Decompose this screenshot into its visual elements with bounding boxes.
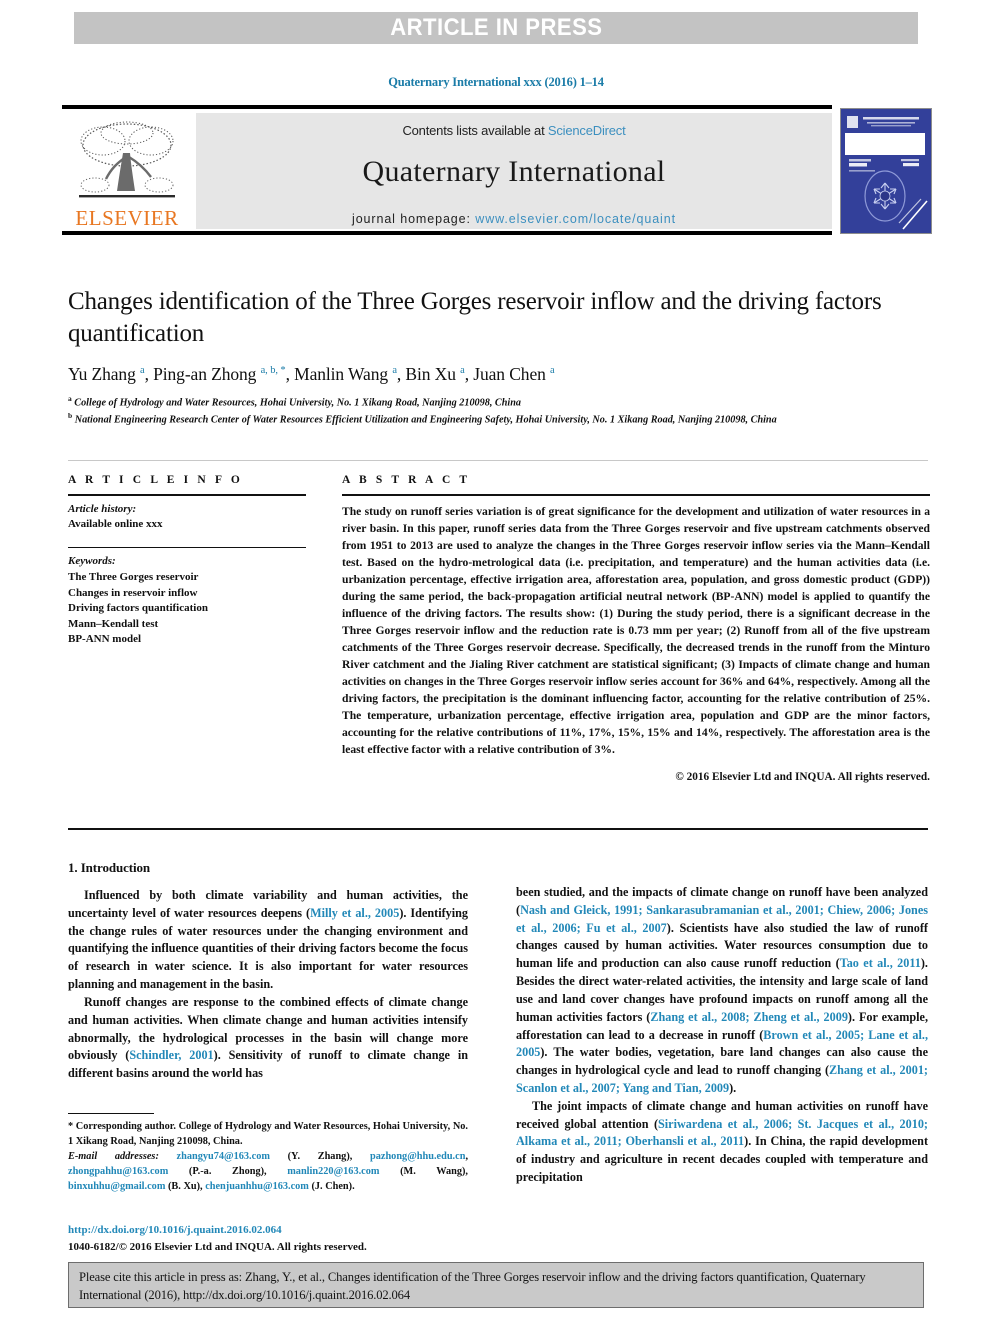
contents-available-line: Contents lists available at ScienceDirec…: [196, 113, 832, 138]
masthead-bottom-rule: [62, 231, 832, 235]
elsevier-wordmark: ELSEVIER: [75, 206, 179, 230]
journal-title: Quaternary International: [362, 155, 666, 188]
affiliation-b-text: National Engineering Research Center of …: [74, 414, 777, 426]
info-section-top-rule: [68, 460, 928, 461]
elsevier-logo: ELSEVIER: [66, 113, 188, 229]
intro-paragraph-4: The joint impacts of climate change and …: [516, 1098, 928, 1184]
abstract-copyright: © 2016 Elsevier Ltd and INQUA. All right…: [675, 771, 930, 784]
article-info-separator: [68, 546, 306, 549]
abstract-heading: A B S T R A C T: [342, 474, 471, 486]
article-history-value: Available online xxx: [68, 518, 163, 531]
sciencedirect-link[interactable]: ScienceDirect: [548, 123, 626, 138]
affiliation-b: b National Engineering Research Center o…: [68, 410, 777, 426]
contents-banner: Contents lists available at ScienceDirec…: [196, 113, 832, 229]
footnote-rule: [68, 1113, 154, 1115]
contents-prefix: Contents lists available at: [402, 123, 548, 138]
footnote-block: * Corresponding author. College of Hydro…: [68, 1120, 468, 1195]
keyword-item: The Three Gorges reservoir: [68, 571, 199, 584]
journal-masthead: ELSEVIER Contents lists available at Sci…: [62, 105, 932, 235]
keywords-group: Keywords: The Three Gorges reservoir Cha…: [68, 554, 306, 648]
article-info-heading: A R T I C L E I N F O: [68, 474, 243, 486]
page-title: Changes identification of the Three Gorg…: [68, 288, 882, 347]
keyword-item: Mann–Kendall test: [68, 617, 159, 630]
introduction-heading: 1. Introduction: [68, 860, 151, 875]
body-column-right: been studied, and the impacts of climate…: [516, 884, 928, 1187]
email-addresses-label: E-mail addresses:: [68, 1150, 159, 1162]
please-cite-text: Please cite this article in press as: Zh…: [79, 1270, 866, 1302]
article-info-rule: [68, 494, 306, 496]
abstract-column: A B S T R A C T The study on runoff seri…: [342, 474, 930, 783]
affiliation-a-text: College of Hydrology and Water Resources…: [74, 397, 521, 409]
keyword-item: Driving factors quantification: [68, 602, 208, 615]
journal-cover-thumbnail: [840, 108, 932, 234]
homepage-prefix: journal homepage:: [352, 212, 476, 226]
elsevier-tree-icon: [73, 119, 181, 207]
title-block: Changes identification of the Three Gorg…: [68, 286, 928, 428]
keywords-label: Keywords:: [68, 555, 116, 568]
abstract-text: The study on runoff series variation is …: [342, 504, 930, 757]
corresponding-author-note: * Corresponding author. College of Hydro…: [68, 1121, 468, 1147]
email-addresses-note: E-mail addresses: zhangyu74@163.com (Y. …: [68, 1150, 468, 1195]
intro-paragraph-3: been studied, and the impacts of climate…: [516, 885, 929, 1095]
journal-homepage-link[interactable]: www.elsevier.com/locate/quaint: [475, 212, 676, 226]
intro-paragraph-2: Runoff changes are response to the combi…: [68, 994, 468, 1081]
doi-block: http://dx.doi.org/10.1016/j.quaint.2016.…: [68, 1222, 468, 1255]
keyword-item: Changes in reservoir inflow: [68, 586, 198, 599]
author-list: Yu Zhang a, Ping-an Zhong a, b, *, Manli…: [68, 364, 555, 384]
issn-copyright-line: 1040-6182/© 2016 Elsevier Ltd and INQUA.…: [68, 1240, 367, 1253]
abstract-rule: [342, 494, 930, 496]
affiliation-a: a College of Hydrology and Water Resourc…: [68, 394, 521, 409]
journal-homepage-line: journal homepage: www.elsevier.com/locat…: [196, 212, 832, 226]
masthead-top-rule: [62, 105, 832, 109]
affiliation-list: a College of Hydrology and Water Resourc…: [68, 394, 928, 428]
body-column-left: 1. Introduction Influenced by both clima…: [68, 860, 468, 1083]
intro-paragraph-1: Influenced by both climate variability a…: [68, 888, 468, 992]
article-history-group: Article history: Available online xxx: [68, 502, 306, 533]
article-history-label: Article history:: [68, 502, 137, 515]
article-info-column: A R T I C L E I N F O Article history: A…: [68, 474, 306, 648]
please-cite-box: Please cite this article in press as: Zh…: [68, 1262, 924, 1308]
keyword-item: BP-ANN model: [68, 633, 142, 646]
doi-link[interactable]: http://dx.doi.org/10.1016/j.quaint.2016.…: [68, 1222, 468, 1239]
article-in-press-label: ARTICLE IN PRESS: [389, 14, 603, 41]
info-section-bottom-rule: [68, 828, 928, 830]
journal-reference-line: Quaternary International xxx (2016) 1–14: [388, 75, 604, 89]
article-in-press-banner: ARTICLE IN PRESS: [74, 12, 918, 44]
